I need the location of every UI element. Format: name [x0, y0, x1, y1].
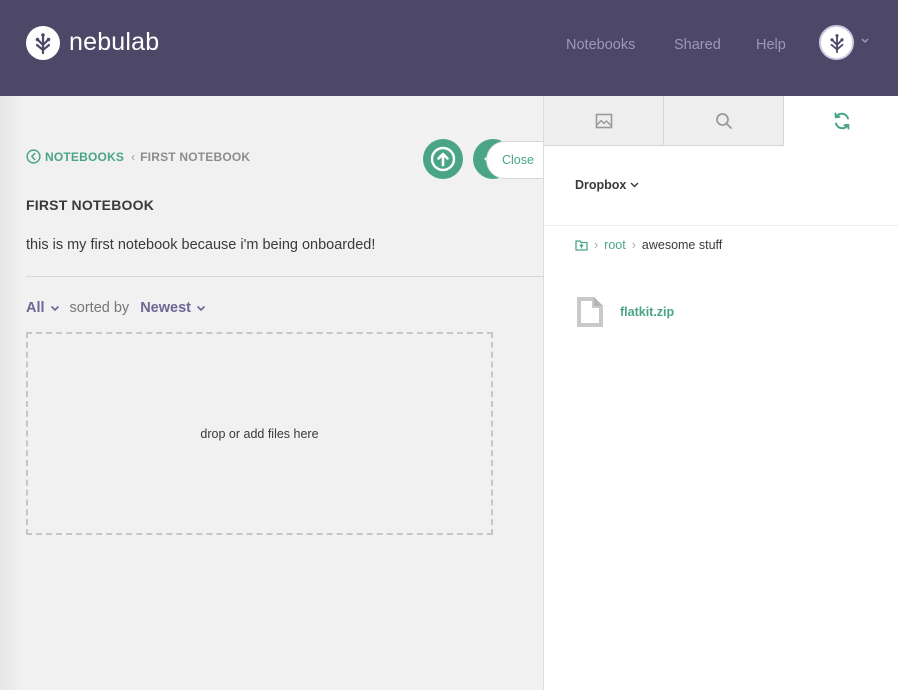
source-dropdown[interactable]: Dropbox: [575, 178, 639, 192]
sync-icon: [834, 112, 849, 130]
chevron-left-icon: ‹: [131, 149, 136, 164]
file-icon: [577, 297, 603, 327]
divider: [26, 276, 543, 277]
breadcrumb-notebooks-link[interactable]: NOTEBOOKS: [45, 150, 124, 164]
close-panel-button[interactable]: Close: [486, 141, 546, 179]
brand-name[interactable]: nebulab: [69, 28, 159, 57]
file-item[interactable]: flatkit.zip: [575, 295, 674, 329]
sort-value: Newest: [140, 300, 191, 316]
chevron-right-icon: ›: [594, 238, 599, 252]
upload-arrow-icon: [430, 146, 456, 172]
file-name: flatkit.zip: [620, 305, 675, 319]
nav-notebooks[interactable]: Notebooks: [566, 37, 635, 53]
file-dropzone[interactable]: drop or add files here: [26, 332, 493, 535]
chevron-down-icon: [50, 305, 59, 311]
tab-sync[interactable]: [784, 96, 898, 146]
sort-dropdown[interactable]: Newest: [140, 300, 206, 316]
file-browser-panel: Dropbox › root › awesome stuff flatkit.z…: [543, 96, 898, 690]
top-navigation-bar: nebulab Notebooks Shared Help: [0, 0, 898, 96]
folder-path: › root › awesome stuff: [575, 238, 722, 252]
source-value: Dropbox: [575, 178, 627, 192]
chevron-down-icon[interactable]: [860, 37, 870, 45]
chevron-right-icon: ›: [631, 238, 636, 252]
nav-shared[interactable]: Shared: [674, 37, 721, 53]
chevron-down-icon: [196, 305, 206, 311]
tab-search[interactable]: [664, 96, 784, 146]
upload-button[interactable]: [423, 139, 463, 179]
breadcrumb-current: FIRST NOTEBOOK: [140, 149, 251, 164]
chevron-down-icon: [630, 182, 639, 188]
notebook-panel: NOTEBOOKS ‹ FIRST NOTEBOOK FIRST NOTEBOO…: [0, 96, 543, 690]
tab-images[interactable]: [544, 96, 664, 146]
notebook-title: FIRST NOTEBOOK: [26, 197, 155, 213]
filter-bar: All sorted by Newest: [26, 300, 206, 316]
folder-up-icon[interactable]: [575, 239, 588, 251]
scope-dropdown[interactable]: All: [26, 300, 60, 316]
dropzone-text: drop or add files here: [200, 426, 319, 441]
avatar-tree-icon: [829, 33, 844, 53]
nebulab-logo-icon[interactable]: [26, 26, 60, 60]
scope-value: All: [26, 300, 45, 316]
user-avatar[interactable]: [819, 25, 854, 60]
notebook-description: this is my first notebook because i'm be…: [26, 237, 376, 253]
path-current-folder: awesome stuff: [641, 238, 723, 252]
search-icon: [715, 112, 732, 129]
sorted-by-label: sorted by: [69, 300, 130, 316]
divider: [544, 225, 898, 226]
nav-help[interactable]: Help: [756, 37, 786, 53]
path-root-link[interactable]: root: [604, 238, 626, 252]
breadcrumb: NOTEBOOKS ‹ FIRST NOTEBOOK: [26, 149, 250, 164]
back-circle-icon[interactable]: [26, 149, 41, 164]
image-icon: [595, 113, 612, 128]
